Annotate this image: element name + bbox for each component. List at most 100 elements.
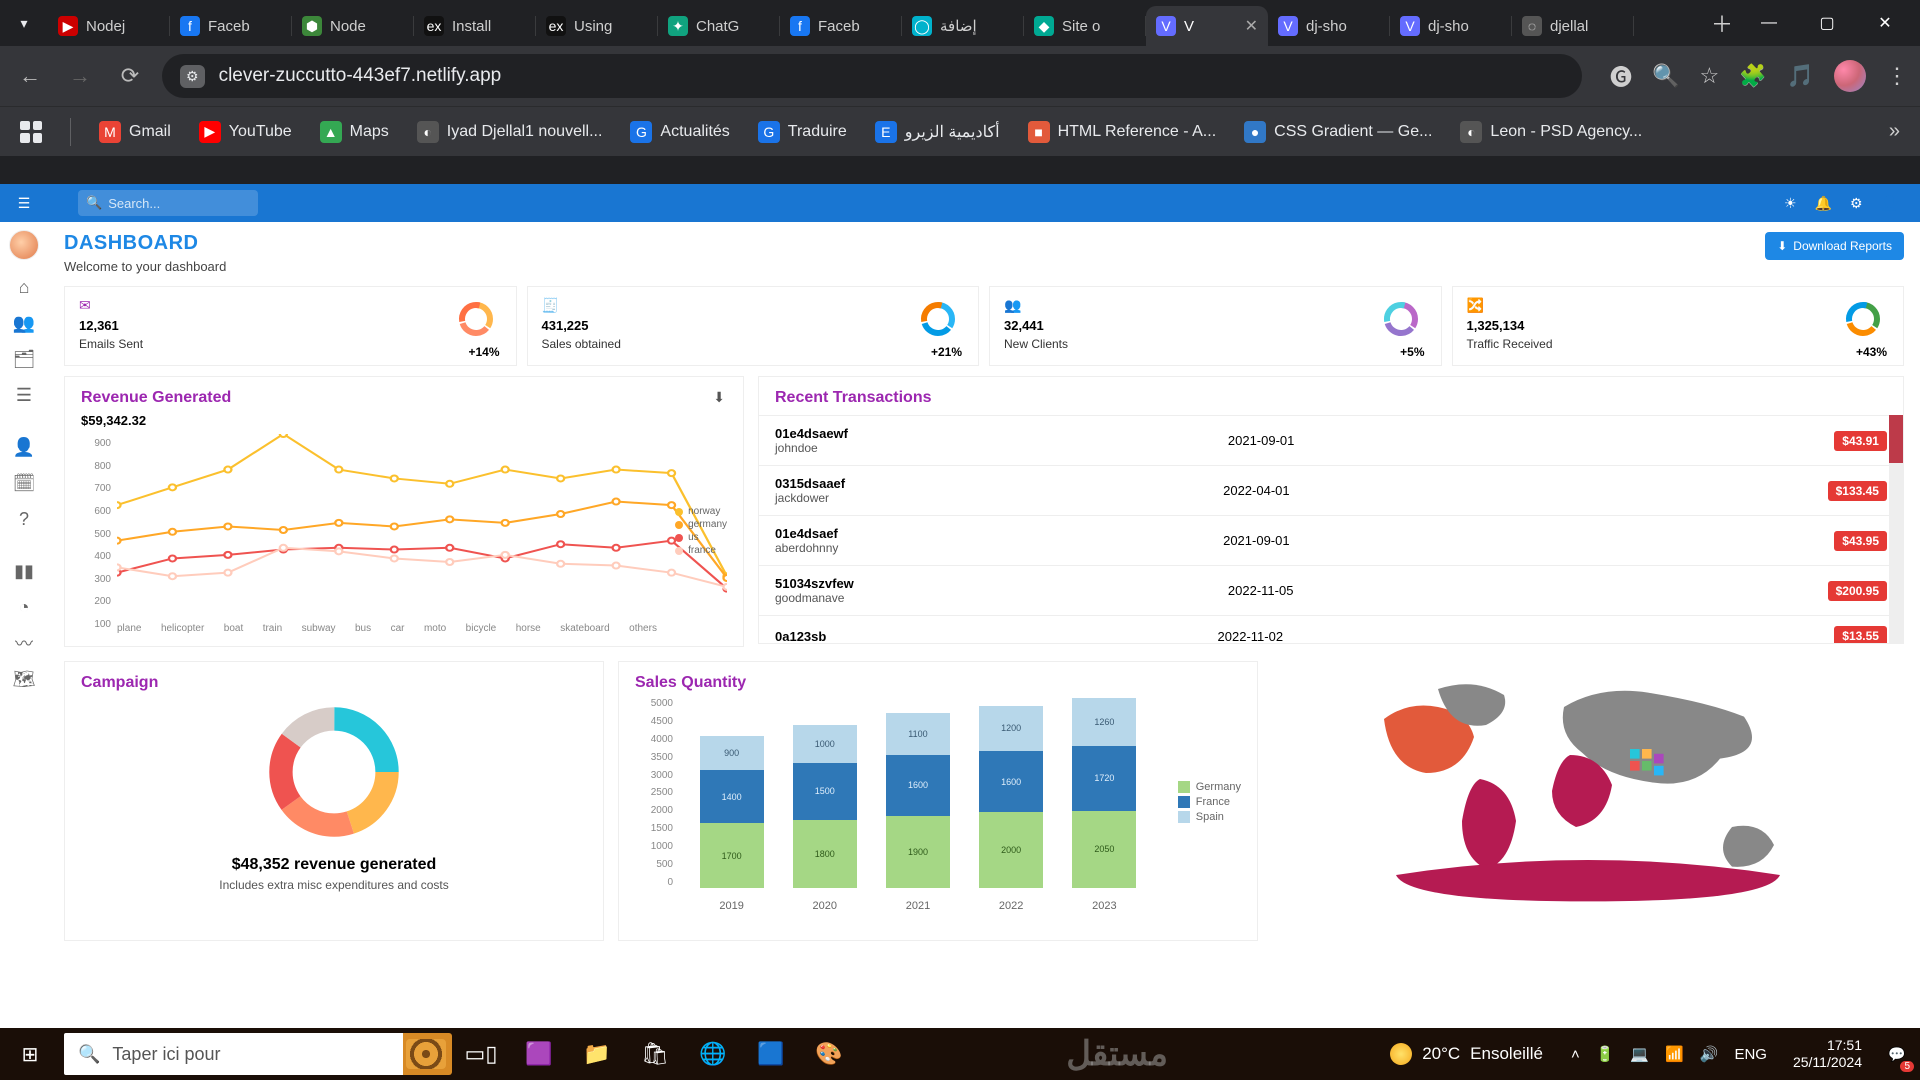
browser-tab[interactable]: Vdj-sho — [1268, 6, 1390, 46]
task-view-icon[interactable]: ▭▯ — [452, 1028, 510, 1080]
taskbar-clock[interactable]: 17:51 25/11/2024 — [1781, 1037, 1874, 1071]
transactions-list[interactable]: 01e4dsaewfjohndoe 2021-09-01 $43.910315d… — [759, 415, 1903, 643]
start-button[interactable]: ⊞ — [0, 1028, 60, 1080]
bookmark-item[interactable]: Eأكاديمية الزيرو — [875, 121, 1000, 143]
tray-chevron-icon[interactable]: ˄ — [1571, 1046, 1580, 1063]
bookmark-item[interactable]: MGmail — [99, 121, 171, 143]
browser-tab[interactable]: ✦ChatG — [658, 6, 780, 46]
bookmark-item[interactable]: GActualités — [630, 121, 729, 143]
bookmark-label: HTML Reference - A... — [1058, 123, 1217, 141]
rail-geo[interactable]: 🗺 — [2, 662, 46, 696]
rail-profile[interactable]: 👤 — [2, 430, 46, 464]
site-info-icon[interactable]: ⚙ — [180, 65, 205, 88]
bar-segment: 1600 — [886, 755, 950, 816]
tx-name: goodmanave — [775, 591, 854, 605]
extensions-icon[interactable]: 🧩 — [1739, 63, 1766, 89]
browser-tab[interactable]: exUsing — [536, 6, 658, 46]
rail-pie[interactable]: ◔ — [2, 590, 46, 624]
browser-tab[interactable]: ◯إضافة — [902, 6, 1024, 46]
bookmark-item[interactable]: ◐Leon - PSD Agency... — [1460, 121, 1642, 143]
revenue-panel: Revenue Generated ⬇ $59,342.32 900800700… — [64, 376, 744, 647]
weather-widget[interactable]: 20°C Ensoleillé — [1376, 1043, 1557, 1065]
stat-label: New Clients — [1004, 337, 1427, 351]
bookmark-item[interactable]: ●CSS Gradient — Ge... — [1244, 121, 1432, 143]
copilot-icon[interactable]: 🟪 — [510, 1028, 568, 1080]
tab-close-icon[interactable]: ✕ — [1245, 16, 1258, 36]
wifi-icon[interactable]: 📶 — [1665, 1045, 1684, 1063]
favicon-icon: ◯ — [912, 16, 932, 36]
display-icon[interactable]: 💻 — [1630, 1045, 1649, 1063]
browser-tab[interactable]: ◆Site o — [1024, 6, 1146, 46]
rail-calendar[interactable]: 🗓 — [2, 466, 46, 500]
chrome-icon[interactable]: 🌐 — [684, 1028, 742, 1080]
rail-dashboard[interactable]: ⌂ — [2, 270, 46, 304]
browser-tab[interactable]: fFaceb — [170, 6, 292, 46]
bar-segment: 1260 — [1072, 698, 1136, 746]
zoom-icon[interactable]: 🔍 — [1652, 63, 1679, 89]
url-input[interactable]: ⚙ clever-zuccutto-443ef7.netlify.app — [162, 54, 1582, 98]
browser-menu-icon[interactable]: ⋮ — [1886, 63, 1908, 89]
window-minimize[interactable]: ― — [1740, 0, 1798, 46]
media-control-icon[interactable]: 🎵 — [1787, 63, 1814, 89]
window-close[interactable]: ✕ — [1856, 0, 1914, 46]
tab-search-dropdown[interactable]: ▾ — [6, 5, 42, 41]
browser-tab[interactable]: ▶Nodej — [48, 6, 170, 46]
rail-team[interactable]: 👥 — [2, 306, 46, 340]
browser-tab[interactable]: fFaceb — [780, 6, 902, 46]
bookmark-item[interactable]: GTraduire — [758, 121, 847, 143]
transactions-scrollbar[interactable] — [1889, 415, 1903, 643]
browser-tab[interactable]: Vdj-sho — [1390, 6, 1512, 46]
bookmark-item[interactable]: ◐Iyad Djellal1 nouvell... — [417, 121, 603, 143]
action-center-icon[interactable]: 💬5 — [1874, 1028, 1920, 1080]
theme-icon[interactable]: ☀ — [1784, 195, 1797, 212]
user-avatar[interactable] — [9, 230, 39, 260]
app-topbar: ☰ 🔍 Search... ☀ 🔔 ⚙ 👤 — [0, 184, 1920, 222]
browser-tab[interactable]: ◌djellal — [1512, 6, 1634, 46]
search-input[interactable]: 🔍 Search... — [78, 190, 258, 216]
transaction-row[interactable]: 01e4dsaewfjohndoe 2021-09-01 $43.91 — [759, 416, 1903, 466]
settings-icon[interactable]: ⚙ — [1850, 195, 1863, 212]
file-explorer-icon[interactable]: 📁 — [568, 1028, 626, 1080]
volume-icon[interactable]: 🔊 — [1700, 1045, 1719, 1063]
bookmarks-overflow-icon[interactable]: » — [1889, 120, 1900, 143]
browser-tab[interactable]: exInstall — [414, 6, 536, 46]
profile-avatar[interactable] — [1834, 60, 1866, 92]
account-icon[interactable]: 👤 — [1881, 195, 1898, 212]
language-indicator[interactable]: ENG — [1734, 1046, 1767, 1063]
transaction-row[interactable]: 0a123sb 2022-11-02 $13.55 — [759, 616, 1903, 643]
transaction-row[interactable]: 0315dsaaefjackdower 2022-04-01 $133.45 — [759, 466, 1903, 516]
bookmark-item[interactable]: ▲Maps — [320, 121, 389, 143]
bookmark-label: Gmail — [129, 123, 171, 141]
browser-tab[interactable]: ⬢Node — [292, 6, 414, 46]
system-tray[interactable]: ˄ 🔋 💻 📶 🔊 ENG — [1557, 1045, 1781, 1063]
transaction-row[interactable]: 01e4dsaefaberdohnny 2021-09-01 $43.95 — [759, 516, 1903, 566]
browser-tab[interactable]: VV✕ — [1146, 6, 1268, 46]
translate-icon[interactable]: 🅖 — [1610, 60, 1632, 92]
revenue-download-icon[interactable]: ⬇ — [713, 389, 725, 406]
apps-icon[interactable] — [20, 121, 42, 143]
vscode-icon[interactable]: 🟦 — [742, 1028, 800, 1080]
taskbar-search[interactable]: 🔍 Taper ici pour — [64, 1033, 384, 1075]
nav-reload[interactable]: ⟳ — [112, 58, 148, 94]
bookmark-item[interactable]: ■HTML Reference - A... — [1028, 121, 1217, 143]
bookmark-star-icon[interactable]: ☆ — [1699, 63, 1719, 89]
battery-icon[interactable]: 🔋 — [1596, 1045, 1615, 1063]
rail-bar[interactable]: ▮▮ — [2, 554, 46, 588]
tab-label: djellal — [1550, 18, 1588, 35]
ms-store-icon[interactable]: 🛍 — [626, 1028, 684, 1080]
rail-faq[interactable]: ? — [2, 502, 46, 536]
rail-contacts[interactable]: 🗂 — [2, 342, 46, 376]
rail-line[interactable]: 〰 — [2, 626, 46, 660]
nav-back[interactable]: ← — [12, 58, 48, 94]
window-maximize[interactable]: ▢ — [1798, 0, 1856, 46]
transaction-row[interactable]: 51034szvfewgoodmanave 2022-11-05 $200.95 — [759, 566, 1903, 616]
download-reports-button[interactable]: ⬇ Download Reports — [1765, 232, 1904, 260]
rail-invoices[interactable]: ☰ — [2, 378, 46, 412]
tx-name: jackdower — [775, 491, 845, 505]
paint-icon[interactable]: 🎨 — [800, 1028, 858, 1080]
sidebar-toggle-icon[interactable]: ☰ — [8, 187, 40, 219]
bookmark-item[interactable]: ▶YouTube — [199, 121, 292, 143]
notifications-icon[interactable]: 🔔 — [1815, 195, 1832, 212]
new-tab-button[interactable]: ＋ — [1704, 5, 1740, 41]
stat-ring-icon — [1383, 301, 1419, 337]
